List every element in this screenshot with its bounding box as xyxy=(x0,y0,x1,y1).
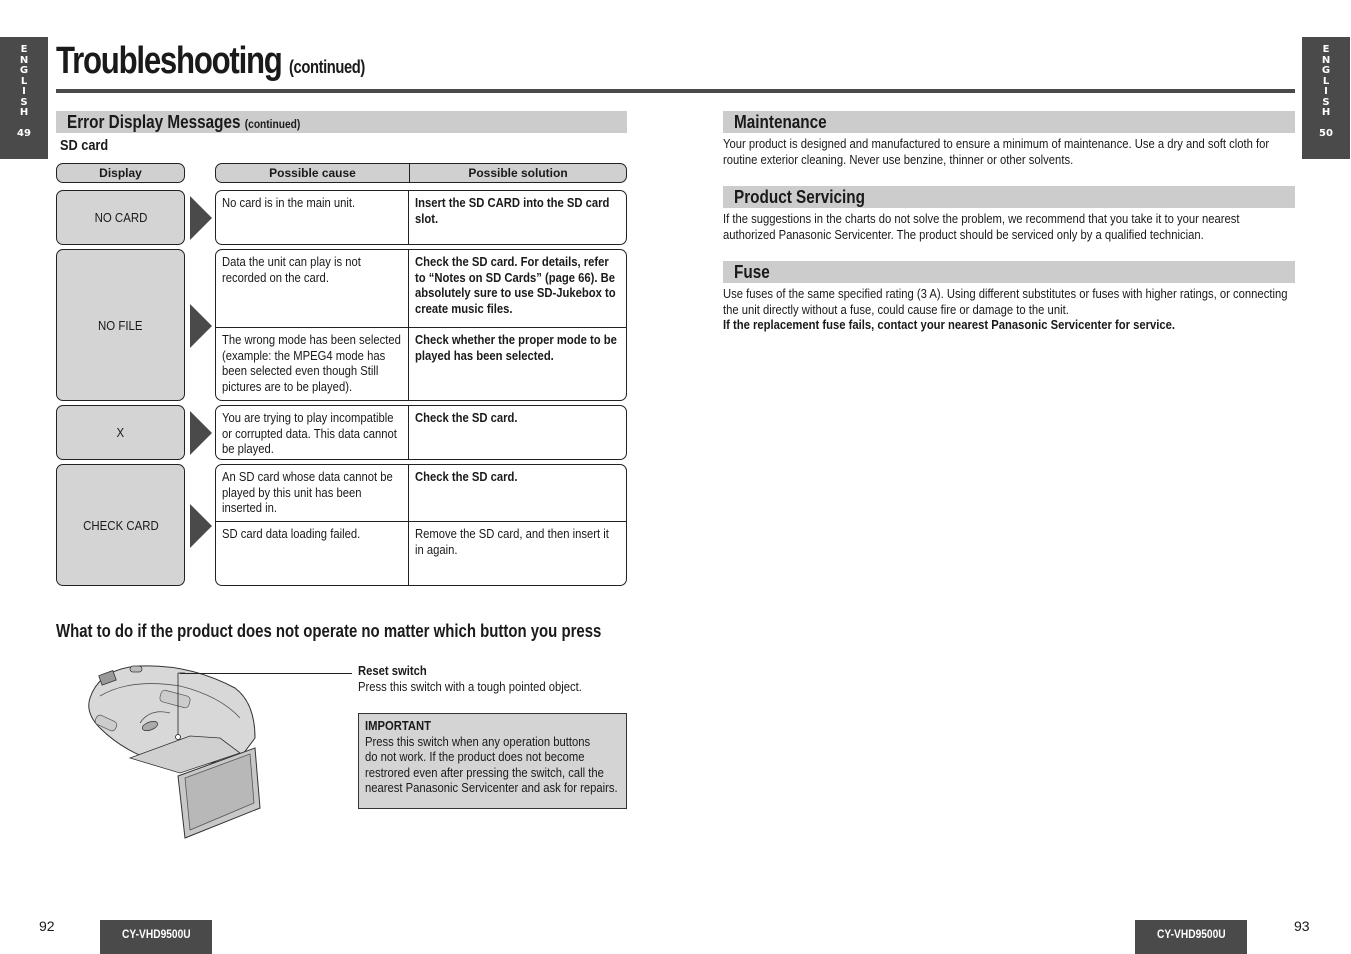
section-header-error-messages: Error Display Messages (continued) xyxy=(56,111,627,133)
section-header-fuse: Fuse xyxy=(723,261,1295,283)
display-message-no-file: NO FILE xyxy=(56,249,185,401)
table-row: Data the unit can play is not recorded o… xyxy=(216,250,626,327)
page-number-left: 92 xyxy=(39,918,55,934)
language-letter: I xyxy=(1324,86,1328,97)
table-row: An SD card whose data cannot be played b… xyxy=(216,465,626,521)
title-divider xyxy=(56,89,1295,93)
language-letter: G xyxy=(19,65,29,76)
reset-switch-callout: Reset switch Press this switch with a to… xyxy=(358,663,607,695)
subsection-title: SD card xyxy=(60,137,109,154)
cause-text: Data the unit can play is not recorded o… xyxy=(222,255,361,285)
servicing-text: If the suggestions in the charts do not … xyxy=(723,212,1295,243)
servicing-paragraph: If the suggestions in the charts do not … xyxy=(723,212,1240,242)
table-row-group: You are trying to play incompatible or c… xyxy=(215,405,627,460)
solution-text: Check the SD card. For details, refer to… xyxy=(415,255,616,316)
column-header-display: Display xyxy=(56,163,185,183)
section-page-number: 49 xyxy=(17,127,31,139)
product-illustration xyxy=(88,665,261,839)
maintenance-text: Your product is designed and manufacture… xyxy=(723,137,1295,168)
page-title-text: Troubleshooting xyxy=(56,40,283,82)
fuse-warning: If the replacement fuse fails, contact y… xyxy=(723,318,1176,333)
language-letter: E xyxy=(1322,44,1330,55)
page-title-suffix: (continued) xyxy=(289,57,365,77)
page-title: Troubleshooting (continued) xyxy=(56,40,365,83)
model-badge-right: CY-VHD9500U xyxy=(1135,920,1247,954)
section-page-number: 50 xyxy=(1319,127,1333,139)
section-title-suffix: (continued) xyxy=(244,117,301,131)
language-tab-left: E N G L I S H 49 xyxy=(0,37,48,159)
section-header-maintenance: Maintenance xyxy=(723,111,1295,133)
page-number-right: 93 xyxy=(1294,918,1310,934)
table-row: You are trying to play incompatible or c… xyxy=(216,406,626,459)
model-badge-left: CY-VHD9500U xyxy=(100,920,212,954)
arrow-right-icon xyxy=(190,411,212,455)
fuse-text: Use fuses of the same specified rating (… xyxy=(723,287,1295,334)
language-tab-right: E N G L I S H 50 xyxy=(1302,37,1350,159)
column-header-display-label: Display xyxy=(99,166,142,180)
display-message-text: CHECK CARD xyxy=(82,517,159,533)
important-line: do not work. If the product does not bec… xyxy=(365,750,585,765)
display-message-text: NO CARD xyxy=(94,210,147,225)
cause-text: SD card data loading failed. xyxy=(222,527,361,541)
language-letter: G xyxy=(1321,65,1331,76)
section-title: Error Display Messages xyxy=(67,112,241,132)
display-message-text: NO FILE xyxy=(98,317,143,333)
table-row-group: No card is in the main unit. Insert the … xyxy=(215,190,627,245)
language-letter: H xyxy=(19,107,29,118)
table-row-group: An SD card whose data cannot be played b… xyxy=(215,464,627,586)
important-title: IMPORTANT xyxy=(365,719,432,733)
language-letter: I xyxy=(22,86,26,97)
cause-text: You are trying to play incompatible or c… xyxy=(222,411,397,457)
arrow-right-icon xyxy=(190,504,212,548)
important-line: restrored even after pressing the switch… xyxy=(365,765,604,780)
arrow-right-icon xyxy=(190,196,212,240)
language-letter: E xyxy=(20,44,28,55)
important-line: nearest Panasonic Servicenter and ask fo… xyxy=(365,781,618,796)
section-title: Fuse xyxy=(734,262,770,282)
table-row: No card is in the main unit. Insert the … xyxy=(216,191,626,244)
column-header-solution-label: Possible solution xyxy=(468,166,568,180)
model-name: CY-VHD9500U xyxy=(121,927,191,941)
section-title: Product Servicing xyxy=(734,187,865,207)
maintenance-paragraph: Your product is designed and manufacture… xyxy=(723,137,1270,167)
section-header-product-servicing: Product Servicing xyxy=(723,186,1295,208)
solution-text: Check the SD card. xyxy=(415,411,518,425)
cause-text: No card is in the main unit. xyxy=(222,196,356,210)
reset-switch-label: Reset switch xyxy=(358,664,427,678)
important-line: Press this switch when any operation but… xyxy=(365,734,591,749)
important-notice-box: IMPORTANT Press this switch when any ope… xyxy=(358,713,627,809)
solution-text: Check whether the proper mode to be play… xyxy=(415,333,617,363)
reset-switch-instruction: Press this switch with a tough pointed o… xyxy=(358,680,582,694)
section-title: Maintenance xyxy=(734,112,827,132)
cause-text: The wrong mode has been selected (exampl… xyxy=(222,333,401,394)
column-header-cause-label: Possible cause xyxy=(269,166,356,180)
display-message-text: X xyxy=(116,425,125,440)
display-message-check-card: CHECK CARD xyxy=(56,464,185,586)
solution-text: Remove the SD card, and then insert it i… xyxy=(415,527,609,557)
language-letter: H xyxy=(1321,107,1331,118)
solution-text: Check the SD card. xyxy=(415,470,518,484)
fuse-paragraph: Use fuses of the same specified rating (… xyxy=(723,287,1288,317)
reset-switch-leader-line xyxy=(180,673,352,674)
display-message-x: X xyxy=(56,405,185,460)
display-message-no-card: NO CARD xyxy=(56,190,185,245)
model-name: CY-VHD9500U xyxy=(1156,927,1226,941)
column-header-cause-solution: Possible cause Possible solution xyxy=(215,163,627,183)
cause-text: An SD card whose data cannot be played b… xyxy=(222,470,393,516)
arrow-right-icon xyxy=(190,304,212,348)
solution-text: Insert the SD CARD into the SD card slot… xyxy=(415,196,610,226)
reset-section-heading: What to do if the product does not opera… xyxy=(56,621,602,641)
table-row-group: Data the unit can play is not recorded o… xyxy=(215,249,627,401)
table-row: SD card data loading failed. Remove the … xyxy=(216,521,626,585)
table-row: The wrong mode has been selected (exampl… xyxy=(216,327,626,400)
